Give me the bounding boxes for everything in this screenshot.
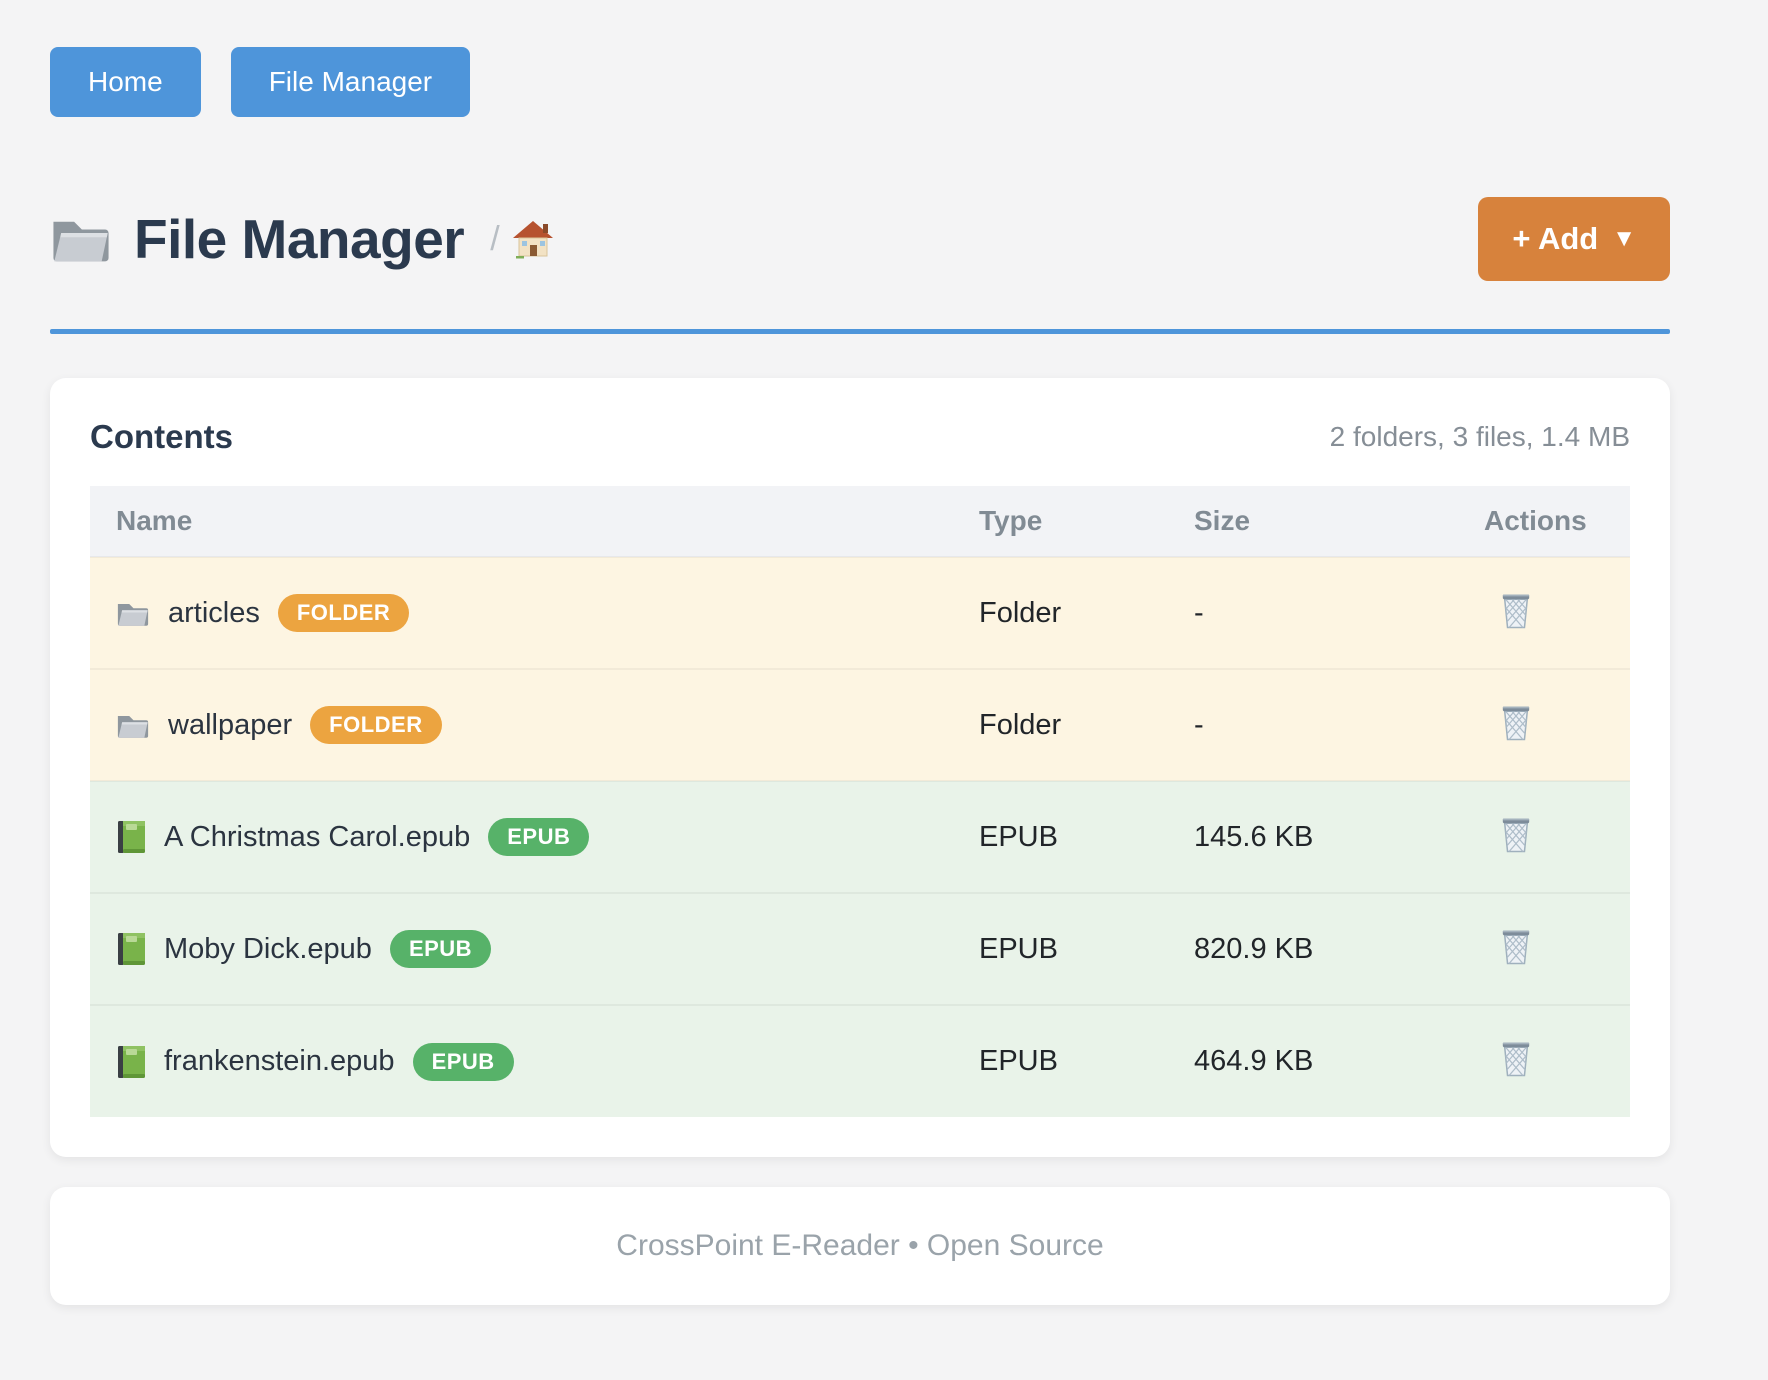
folder-icon: [50, 213, 112, 265]
column-header-name: Name: [90, 486, 953, 557]
file-table: Name Type Size Actions articles FOLDER F…: [90, 486, 1630, 1117]
item-size: -: [1168, 557, 1458, 669]
header-divider: [50, 329, 1670, 334]
delete-button[interactable]: [1498, 701, 1534, 747]
delete-button[interactable]: [1498, 1037, 1534, 1083]
item-type: EPUB: [953, 893, 1168, 1005]
epub-badge: EPUB: [488, 818, 589, 856]
trash-icon: [1500, 1039, 1532, 1078]
trash-icon: [1500, 927, 1532, 966]
column-header-size: Size: [1168, 486, 1458, 557]
item-name[interactable]: Moby Dick.epub: [164, 933, 372, 966]
delete-button[interactable]: [1498, 925, 1534, 971]
item-name[interactable]: articles: [168, 597, 260, 630]
footer-text: CrossPoint E-Reader • Open Source: [616, 1229, 1103, 1263]
delete-button[interactable]: [1498, 813, 1534, 859]
book-icon: [116, 1045, 146, 1079]
book-icon: [116, 932, 146, 966]
trash-icon: [1500, 591, 1532, 630]
table-row: wallpaper FOLDER Folder -: [90, 669, 1630, 781]
table-row: articles FOLDER Folder -: [90, 557, 1630, 669]
breadcrumb-separator: /: [490, 220, 499, 259]
page-title: File Manager: [134, 207, 464, 271]
footer: CrossPoint E-Reader • Open Source: [50, 1187, 1670, 1305]
contents-title: Contents: [90, 418, 233, 456]
folder-badge: FOLDER: [278, 594, 409, 632]
home-button[interactable]: Home: [50, 47, 201, 117]
epub-badge: EPUB: [390, 930, 491, 968]
house-icon[interactable]: [512, 219, 554, 259]
table-row: A Christmas Carol.epub EPUB EPUB 145.6 K…: [90, 781, 1630, 893]
item-name[interactable]: frankenstein.epub: [164, 1045, 395, 1078]
table-header-row: Name Type Size Actions: [90, 486, 1630, 557]
contents-card-header: Contents 2 folders, 3 files, 1.4 MB: [90, 418, 1630, 456]
item-type: EPUB: [953, 1005, 1168, 1117]
table-row: frankenstein.epub EPUB EPUB 464.9 KB: [90, 1005, 1630, 1117]
item-type: Folder: [953, 557, 1168, 669]
page-title-group: File Manager /: [50, 207, 554, 271]
add-button[interactable]: + Add ▼: [1478, 197, 1670, 281]
folder-icon: [116, 599, 150, 628]
item-size: 464.9 KB: [1168, 1005, 1458, 1117]
file-manager-button[interactable]: File Manager: [231, 47, 470, 117]
trash-icon: [1500, 815, 1532, 854]
delete-button[interactable]: [1498, 589, 1534, 635]
item-type: EPUB: [953, 781, 1168, 893]
top-navigation: Home File Manager: [50, 0, 1670, 117]
item-size: 145.6 KB: [1168, 781, 1458, 893]
book-icon: [116, 820, 146, 854]
contents-card: Contents 2 folders, 3 files, 1.4 MB Name…: [50, 378, 1670, 1157]
chevron-down-icon: ▼: [1612, 225, 1636, 253]
item-size: 820.9 KB: [1168, 893, 1458, 1005]
breadcrumb: /: [490, 219, 553, 259]
page-header: File Manager / + Add ▼: [50, 197, 1670, 281]
column-header-type: Type: [953, 486, 1168, 557]
table-row: Moby Dick.epub EPUB EPUB 820.9 KB: [90, 893, 1630, 1005]
folder-badge: FOLDER: [310, 706, 441, 744]
column-header-actions: Actions: [1458, 486, 1630, 557]
folder-icon: [116, 711, 150, 740]
trash-icon: [1500, 703, 1532, 742]
item-name[interactable]: wallpaper: [168, 709, 292, 742]
item-name[interactable]: A Christmas Carol.epub: [164, 821, 470, 854]
page-container: Home File Manager File Manager / + Add ▼…: [50, 0, 1670, 1305]
epub-badge: EPUB: [413, 1043, 514, 1081]
contents-summary: 2 folders, 3 files, 1.4 MB: [1330, 421, 1630, 453]
item-size: -: [1168, 669, 1458, 781]
item-type: Folder: [953, 669, 1168, 781]
add-button-label: + Add: [1512, 221, 1598, 257]
